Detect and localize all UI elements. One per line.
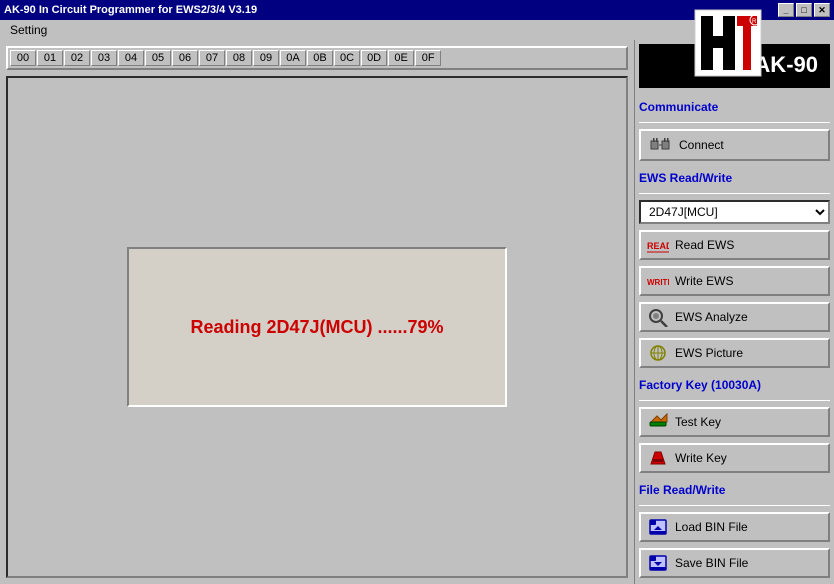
write-ews-icon: WRITE — [647, 271, 669, 291]
save-bin-button[interactable]: Save BIN File — [639, 548, 830, 578]
logo-area: AK-90 R — [639, 44, 830, 88]
test-key-button[interactable]: Test Key — [639, 407, 830, 437]
hex-tab-00[interactable]: 00 — [10, 50, 36, 66]
ews-picture-label: EWS Picture — [675, 346, 743, 360]
ews-picture-icon — [647, 343, 669, 363]
hex-tab-0d[interactable]: 0D — [361, 50, 387, 66]
hex-tab-bar: 00 01 02 03 04 05 06 07 08 09 0A 0B 0C 0… — [6, 46, 628, 70]
read-ews-label: Read EWS — [675, 238, 734, 252]
load-bin-icon — [647, 517, 669, 537]
right-panel: AK-90 R Communicate — [634, 40, 834, 584]
hex-tab-08[interactable]: 08 — [226, 50, 252, 66]
logo-text: AK-90 — [754, 52, 818, 78]
ews-analyze-label: EWS Analyze — [675, 310, 748, 324]
write-key-label: Write Key — [675, 451, 727, 465]
hex-tab-0c[interactable]: 0C — [334, 50, 360, 66]
plug-icon — [649, 135, 671, 155]
logo-icon: R — [693, 8, 763, 78]
svg-text:R: R — [752, 19, 757, 25]
hex-tab-07[interactable]: 07 — [199, 50, 225, 66]
hex-tab-0e[interactable]: 0E — [388, 50, 414, 66]
ews-dropdown-wrapper[interactable]: 2D47J[MCU] EWS2 EWS3 EWS4 — [639, 200, 830, 224]
minimize-button[interactable]: _ — [778, 3, 794, 17]
reading-status-text: Reading 2D47J(MCU) ......79% — [190, 317, 443, 338]
ews-divider — [639, 193, 830, 194]
connect-button[interactable]: Connect — [639, 129, 830, 161]
hex-tab-06[interactable]: 06 — [172, 50, 198, 66]
maximize-button[interactable]: □ — [796, 3, 812, 17]
hex-tab-05[interactable]: 05 — [145, 50, 171, 66]
factory-key-divider — [639, 400, 830, 401]
read-ews-icon: READ — [647, 235, 669, 255]
write-ews-button[interactable]: WRITE Write EWS — [639, 266, 830, 296]
ews-dropdown[interactable]: 2D47J[MCU] EWS2 EWS3 EWS4 — [639, 200, 830, 224]
hex-tab-0a[interactable]: 0A — [280, 50, 306, 66]
main-layout: 00 01 02 03 04 05 06 07 08 09 0A 0B 0C 0… — [0, 40, 834, 584]
load-bin-button[interactable]: Load BIN File — [639, 512, 830, 542]
load-bin-label: Load BIN File — [675, 520, 748, 534]
file-readwrite-divider — [639, 505, 830, 506]
communicate-section-header: Communicate — [639, 100, 830, 114]
file-readwrite-section-header: File Read/Write — [639, 483, 830, 497]
write-key-button[interactable]: Write Key — [639, 443, 830, 473]
window-title: AK-90 In Circuit Programmer for EWS2/3/4… — [4, 4, 257, 16]
factory-key-section-header: Factory Key (10030A) — [639, 378, 830, 392]
svg-text:READ: READ — [647, 241, 669, 251]
test-key-icon — [647, 412, 669, 432]
hex-tab-09[interactable]: 09 — [253, 50, 279, 66]
reading-box: Reading 2D47J(MCU) ......79% — [127, 247, 507, 407]
left-panel: 00 01 02 03 04 05 06 07 08 09 0A 0B 0C 0… — [0, 40, 634, 584]
ews-analyze-icon — [647, 307, 669, 327]
menu-item-setting[interactable]: Setting — [4, 22, 53, 38]
content-area: Reading 2D47J(MCU) ......79% — [6, 76, 628, 578]
write-key-icon — [647, 448, 669, 468]
read-ews-button[interactable]: READ Read EWS — [639, 230, 830, 260]
write-ews-label: Write EWS — [675, 274, 733, 288]
hex-tab-0b[interactable]: 0B — [307, 50, 333, 66]
save-bin-icon — [647, 553, 669, 573]
hex-tab-04[interactable]: 04 — [118, 50, 144, 66]
save-bin-label: Save BIN File — [675, 556, 748, 570]
hex-tab-01[interactable]: 01 — [37, 50, 63, 66]
connect-icon — [649, 135, 671, 155]
connect-label: Connect — [679, 138, 724, 152]
svg-text:WRITE: WRITE — [647, 278, 669, 287]
ews-analyze-button[interactable]: EWS Analyze — [639, 302, 830, 332]
test-key-label: Test Key — [675, 415, 721, 429]
title-bar-buttons: _ □ ✕ — [778, 3, 830, 17]
close-button[interactable]: ✕ — [814, 3, 830, 17]
communicate-divider — [639, 122, 830, 123]
ews-section-header: EWS Read/Write — [639, 171, 830, 185]
hex-tab-03[interactable]: 03 — [91, 50, 117, 66]
hex-tab-0f[interactable]: 0F — [415, 50, 441, 66]
ews-picture-button[interactable]: EWS Picture — [639, 338, 830, 368]
hex-tab-02[interactable]: 02 — [64, 50, 90, 66]
